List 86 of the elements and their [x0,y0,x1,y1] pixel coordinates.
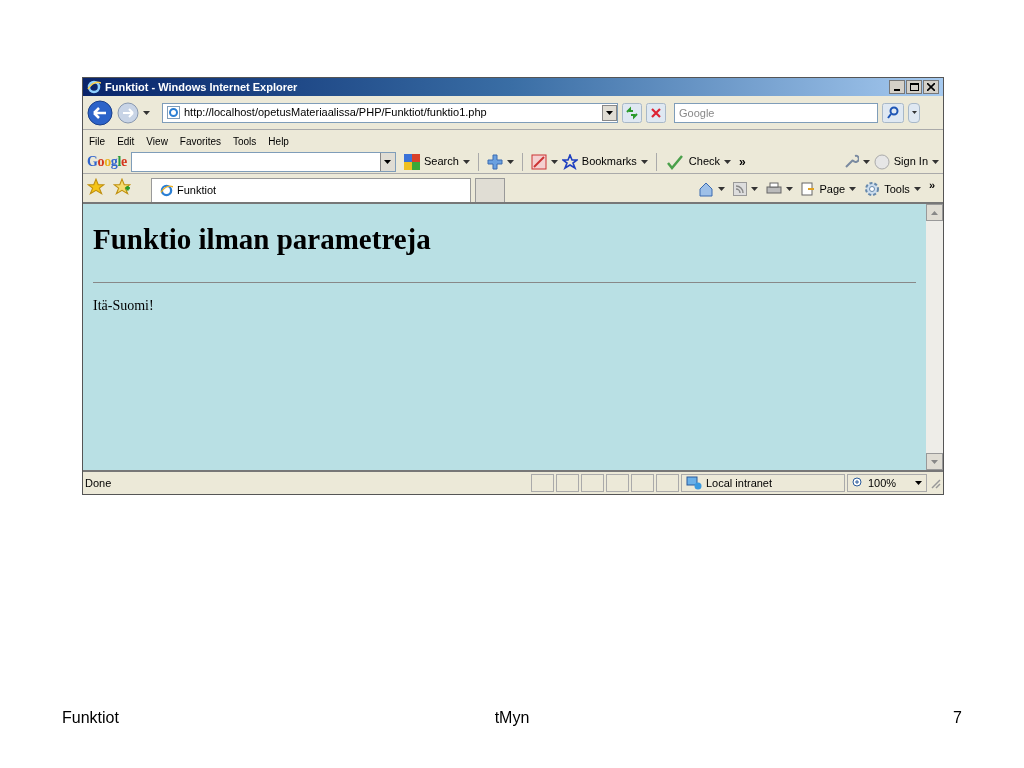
printer-icon[interactable] [766,181,783,196]
footer-author: tMyn [494,708,530,728]
caret-icon[interactable] [640,159,648,164]
gear-icon [864,180,881,197]
menu-item[interactable]: View [146,133,168,149]
tools-menu[interactable]: Tools [864,180,910,197]
more-button[interactable]: » [928,176,935,193]
zoom-icon [852,477,864,489]
caret-icon [606,110,613,115]
search-button[interactable] [882,102,904,123]
page-menu[interactable]: Page [801,180,846,197]
window-title: Funktiot - Windows Internet Explorer [105,79,299,95]
zone-panel: Local intranet [681,474,845,492]
address-field[interactable]: http://localhost/opetusMateriaalissa/PHP/Funktiot/funktio1.php [162,102,618,123]
search-options-button[interactable] [908,102,920,123]
google-search-field[interactable] [130,151,396,172]
query-field[interactable]: Google [674,102,878,123]
page-heading: Funktio ilman parametreja [93,222,432,257]
home-icon[interactable] [698,180,715,197]
stop-button[interactable] [646,102,666,123]
status-pane [581,474,604,492]
network-icon [686,476,702,490]
status-pane [531,474,554,492]
caret-icon[interactable] [751,186,759,191]
down-arrow-icon [931,459,938,464]
zoom-control[interactable]: 100% [847,474,927,492]
menu-item[interactable]: Favorites [179,133,221,149]
google-icon [403,153,420,170]
google-logo: Google [87,153,127,171]
scroll-down-button[interactable] [926,453,943,470]
popup-blocker-icon[interactable] [530,153,547,170]
sign-in-status-icon [873,153,890,170]
caret-icon[interactable] [718,186,726,191]
google-search-button[interactable]: Search [403,153,459,170]
caret-icon[interactable] [143,110,150,115]
caret-icon [384,159,392,164]
page-icon [801,181,816,196]
caret-icon[interactable] [724,159,731,164]
menu-item[interactable]: Tools [233,133,257,149]
up-arrow-icon [931,210,938,215]
footer-title: Funktiot [62,708,120,728]
bookmarks-menu[interactable]: Bookmarks [581,153,637,170]
star-icon[interactable] [561,153,578,170]
status-pane [606,474,629,492]
caret-icon[interactable] [786,186,794,191]
favorites-star-icon[interactable] [87,178,105,196]
caret-icon[interactable] [862,159,870,164]
caret-icon[interactable] [913,186,921,191]
caret-icon[interactable] [849,186,857,191]
address-text: http://localhost/opetusMateriaalissa/PHP/Funktiot/funktio1.php [184,105,488,121]
status-pane [656,474,679,492]
caret-icon[interactable] [462,159,470,164]
caret-icon [915,481,922,485]
add-favorite-icon[interactable] [113,178,131,196]
menu-item[interactable]: Edit [117,133,135,149]
slide-number: 7 [952,708,962,728]
browser-tab[interactable]: Funktiot [151,178,471,202]
scrollbar[interactable] [926,204,943,470]
refresh-button[interactable] [622,102,642,123]
status-pane [631,474,654,492]
caret-icon[interactable] [932,159,939,164]
sign-in-menu[interactable]: Sign In [893,153,928,170]
close-button[interactable] [923,80,939,94]
scroll-up-button[interactable] [926,204,943,221]
menu-item[interactable]: Help [268,133,289,149]
check-menu[interactable]: Check [688,153,720,170]
caret-icon [911,111,917,114]
browser-logo-icon [160,184,173,197]
plus-icon[interactable] [486,153,503,170]
caret-icon[interactable] [550,159,558,164]
maximize-button[interactable] [906,80,922,94]
caret-icon[interactable] [506,159,514,164]
close-icon [927,83,935,91]
browser-logo-icon [87,80,101,94]
dropdown-button[interactable] [602,104,617,121]
status-pane [556,474,579,492]
more-button[interactable]: » [739,152,746,171]
status-text: Done [85,475,113,491]
page-icon [167,106,180,119]
minimize-button[interactable] [889,80,905,94]
menu-item[interactable]: File [89,133,106,149]
page-text: Itä-Suomi! [93,296,155,315]
back-button[interactable] [87,99,113,126]
dropdown-button[interactable] [379,152,395,171]
resize-grip-icon[interactable] [929,477,941,489]
spellcheck-icon[interactable] [664,153,685,170]
